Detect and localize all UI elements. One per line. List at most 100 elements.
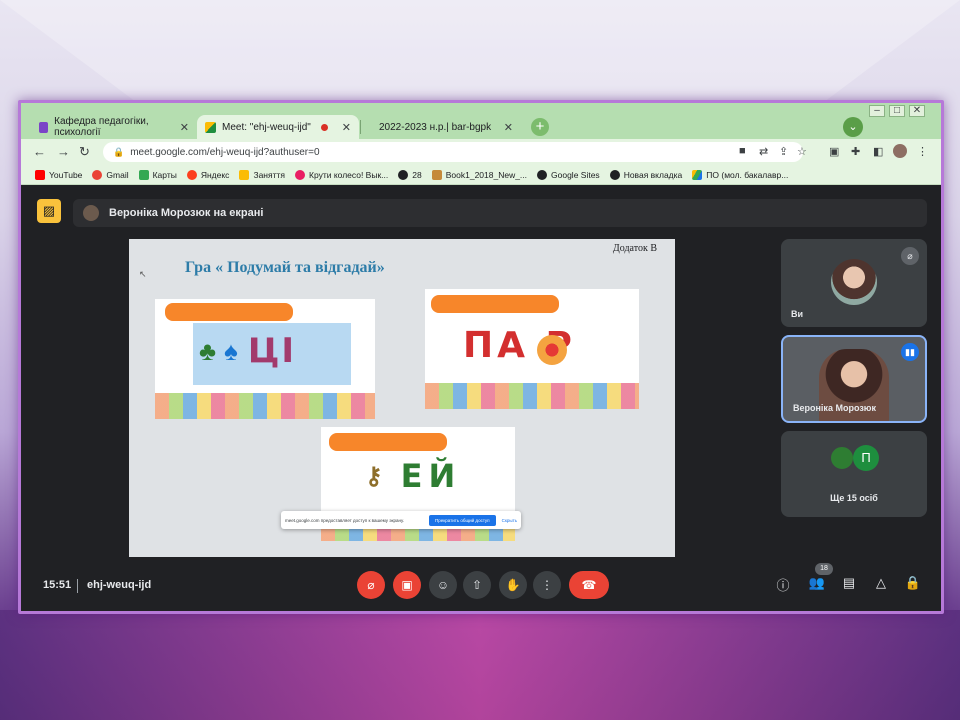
orange-brush-stroke xyxy=(329,433,447,451)
bookmark-28[interactable]: 28 xyxy=(398,169,422,180)
activities-icon[interactable]: △ xyxy=(871,575,891,591)
bookmark-book1[interactable]: Book1_2018_New_... xyxy=(431,169,527,180)
globe-icon xyxy=(537,169,548,180)
close-icon[interactable]: ✕ xyxy=(342,121,351,134)
presenting-banner: Вероніка Морозюк на екрані xyxy=(73,199,927,227)
tab-label: Кафедра педагогіки, психології xyxy=(54,116,149,138)
hide-button[interactable]: Скрыть xyxy=(502,518,517,523)
close-icon[interactable]: ✕ xyxy=(180,121,189,134)
tab-bar-bgpk[interactable]: 2022-2023 н.р.| bar-bgpk ✕ xyxy=(361,115,521,139)
address-toolbar: ← → ↻ 🔒 meet.google.com/ehj-weuq-ijd?aut… xyxy=(21,139,941,165)
url-text: meet.google.com/ehj-weuq-ijd?authuser=0 xyxy=(130,146,320,158)
pizza-icon xyxy=(537,335,567,365)
puzzle-letters: ЕЙ xyxy=(400,457,462,495)
bookmark-classes[interactable]: Заняття xyxy=(239,169,285,180)
end-call-icon[interactable]: ☎ xyxy=(569,571,609,599)
side-panel-icon[interactable]: ◧ xyxy=(873,145,883,158)
share-icon[interactable]: ⇪ xyxy=(779,145,788,158)
globe-icon xyxy=(609,169,620,180)
kafedra-favicon-icon xyxy=(39,121,49,133)
bookmark-google-sites[interactable]: Google Sites xyxy=(537,169,600,180)
bookmark-maps[interactable]: Карты xyxy=(138,169,177,180)
globe-icon xyxy=(398,169,409,180)
drive-icon xyxy=(692,169,703,180)
maximize-icon[interactable]: □ xyxy=(889,105,905,117)
close-icon[interactable]: ✕ xyxy=(504,121,513,134)
emoji-icon[interactable]: ☺ xyxy=(429,571,457,599)
cursor-icon: ↖ xyxy=(139,269,147,279)
slide-addendum: Додаток В xyxy=(612,243,657,254)
meet-controls-bar: 15:51 ehj-weuq-ijd ⌀ ▣ ☺ ⇧ ✋ ⋮ ☎ ⓘ 18 👥 … xyxy=(21,555,941,605)
lock-icon: 🔒 xyxy=(113,146,125,157)
tab-meet[interactable]: Meet: "ehj-weuq-ijd" ✕ xyxy=(197,115,359,139)
audio-level-icon: ▮▮ xyxy=(901,343,919,361)
card-decoration xyxy=(599,289,639,384)
extensions-puzzle-icon[interactable]: ✚ xyxy=(851,145,860,158)
minimize-icon[interactable]: – xyxy=(869,105,885,117)
people-icon[interactable]: 👥 xyxy=(807,575,827,591)
tab-kafedra[interactable]: Кафедра педагогіки, психології ✕ xyxy=(31,115,197,139)
participant-tile-others[interactable]: П Ще 15 осіб xyxy=(781,431,927,517)
avatar: П xyxy=(853,445,879,471)
forward-icon[interactable]: → xyxy=(57,144,70,159)
mic-off-icon: ⌀ xyxy=(901,247,919,265)
present-screen-icon[interactable]: ⇧ xyxy=(463,571,491,599)
avatar xyxy=(831,259,877,305)
bookmark-drive[interactable]: ПО (мол. бакалавр... xyxy=(692,169,788,180)
more-options-icon[interactable]: ⋮ xyxy=(533,571,561,599)
book-icon xyxy=(431,169,442,180)
bookmarks-bar: YouTube Gmail Карты Яндекс Заняття Крути… xyxy=(21,165,941,185)
participant-name: Вероніка Морозюк xyxy=(793,403,876,413)
bookmark-star-icon[interactable]: ☆ xyxy=(797,145,807,158)
camera-off-icon[interactable]: ▣ xyxy=(393,571,421,599)
bookmark-gmail[interactable]: Gmail xyxy=(92,169,129,180)
cook-icon: ♠ xyxy=(224,335,238,366)
card-decoration xyxy=(475,427,515,522)
bookmark-new-tab[interactable]: Новая вкладка xyxy=(609,169,682,180)
host-controls-icon[interactable]: 🔒 xyxy=(903,575,923,591)
bookmark-wheel[interactable]: Крути колесо! Вык... xyxy=(295,169,388,180)
new-tab-button[interactable]: + xyxy=(531,118,549,136)
avatar xyxy=(829,445,855,471)
camera-icon[interactable]: ■ xyxy=(739,145,746,157)
close-window-icon[interactable]: ✕ xyxy=(909,105,925,117)
bookmark-youtube[interactable]: YouTube xyxy=(35,169,82,180)
participant-tile-presenter[interactable]: ▮▮ Вероніка Морозюк xyxy=(781,335,927,423)
profile-avatar[interactable] xyxy=(893,144,907,158)
bookmark-yandex[interactable]: Яндекс xyxy=(186,169,229,180)
address-bar[interactable]: 🔒 meet.google.com/ehj-weuq-ijd?authuser=… xyxy=(103,142,803,162)
menu-kebab-icon[interactable]: ⋮ xyxy=(917,145,928,158)
yandex-icon xyxy=(186,169,197,180)
google-icon xyxy=(92,169,103,180)
stop-sharing-button[interactable]: Прекратить общий доступ xyxy=(429,514,496,526)
shared-slide: Додаток В Гра « Подумай та відгадай» ↖ ♣… xyxy=(129,239,675,557)
browser-window: Кафедра педагогіки, психології ✕ Meet: "… xyxy=(18,100,944,614)
puzzle-3: ⚷ ЕЙ xyxy=(365,457,461,495)
tab-label: Meet: "ehj-weuq-ijd" xyxy=(222,121,311,133)
mic-off-icon[interactable]: ⌀ xyxy=(357,571,385,599)
divider xyxy=(77,579,78,593)
clock: 15:51 xyxy=(43,579,72,591)
recording-dot-icon xyxy=(320,123,328,131)
presentation-icon[interactable]: ▨ xyxy=(37,199,61,223)
raise-hand-icon[interactable]: ✋ xyxy=(499,571,527,599)
wheel-icon xyxy=(295,169,305,180)
puzzle-card-2: ПА Р xyxy=(425,289,639,409)
reload-icon[interactable]: ↻ xyxy=(79,144,90,160)
meet-content: ▨ Вероніка Морозюк на екрані Додаток В Г… xyxy=(21,185,941,611)
extension-a-icon[interactable]: ▣ xyxy=(829,145,839,158)
maps-icon xyxy=(138,169,149,180)
info-icon[interactable]: ⓘ xyxy=(773,575,793,594)
share-notice-text: meet.google.com предоставляет доступ к в… xyxy=(285,517,405,523)
participant-tile-self[interactable]: ⌀ Ви xyxy=(781,239,927,327)
chat-icon[interactable]: ▤ xyxy=(839,575,859,591)
back-icon[interactable]: ← xyxy=(33,144,46,159)
translate-icon[interactable]: ⇄ xyxy=(759,145,768,158)
presenting-text: Вероніка Морозюк на екрані xyxy=(109,207,264,219)
orange-brush-stroke xyxy=(431,295,559,313)
screen-share-notice: meet.google.com предоставляет доступ к в… xyxy=(281,511,521,529)
more-participants-label: Ще 15 осіб xyxy=(830,493,878,503)
tab-search-icon[interactable]: ⌄ xyxy=(843,117,863,137)
presenter-avatar xyxy=(83,205,99,221)
balls-decoration xyxy=(155,393,375,419)
